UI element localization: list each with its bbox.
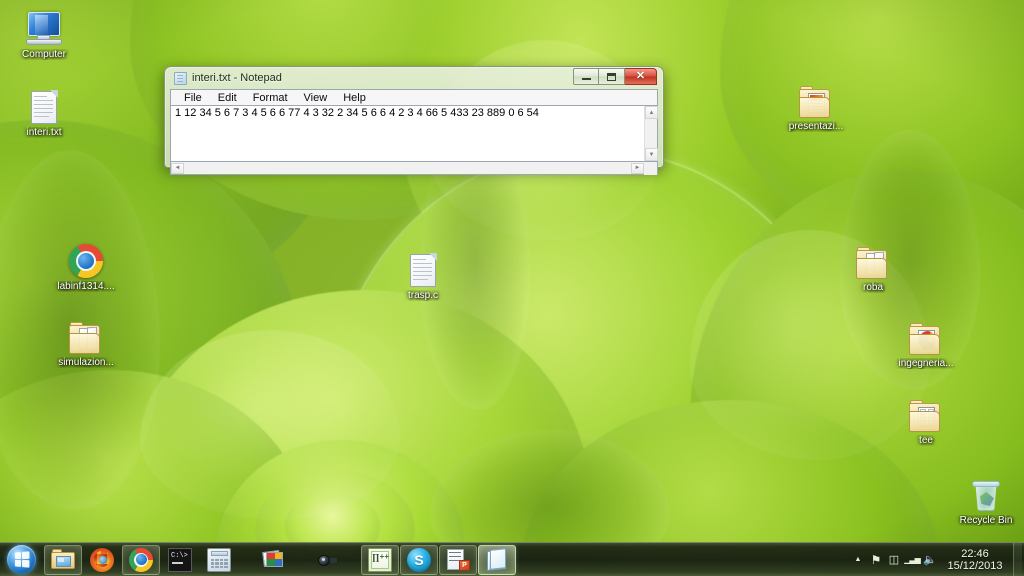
- network-icon[interactable]: ▁▃▅: [903, 549, 921, 571]
- powerpoint-badge: P: [459, 559, 470, 571]
- dev-cpp-icon: ∏ ++: [368, 547, 392, 572]
- cmd-prompt-text: C:\>: [171, 551, 188, 560]
- menu-item-edit[interactable]: Edit: [210, 91, 245, 105]
- minimize-button[interactable]: [573, 68, 599, 85]
- desktop-icon-recycle-bin[interactable]: Recycle Bin: [948, 470, 1024, 526]
- scroll-right-icon[interactable]: ►: [631, 162, 644, 174]
- scroll-down-icon[interactable]: ▼: [645, 148, 658, 161]
- taskbar-button-calculator[interactable]: [200, 545, 238, 575]
- desktop-icon-label: tee: [919, 435, 933, 446]
- taskbar-button-notepad[interactable]: [478, 544, 516, 575]
- taskbar: C:\> ∏ ++ S P ▲ ⚑ ◫ ▁▃▅ 🔈 22:46 15/12/20…: [0, 542, 1024, 576]
- folder-icon: [888, 313, 964, 355]
- taskbar-button-chrome[interactable]: [122, 544, 160, 575]
- taskbar-button-photo-viewer[interactable]: [255, 545, 293, 575]
- desktop-icon-label: trasp.c: [407, 290, 438, 301]
- close-icon: ✕: [635, 70, 646, 82]
- firefox-icon: [90, 547, 114, 572]
- desktop-icon-label: interi.txt: [26, 127, 62, 138]
- skype-letter: S: [414, 551, 424, 568]
- window-title: interi.txt - Notepad: [192, 72, 282, 84]
- skype-icon: S: [407, 547, 431, 572]
- desktop-icon-label: ingegneria...: [898, 358, 954, 369]
- taskbar-button-firefox[interactable]: [83, 545, 121, 575]
- notepad-editor-area: 1 12 34 5 6 7 3 4 5 6 6 77 4 3 32 2 34 5…: [170, 105, 658, 162]
- text-file-icon: [385, 245, 461, 287]
- clock-time: 22:46: [961, 547, 989, 560]
- desktop-icon-label: labinf1314....: [57, 281, 115, 292]
- maximize-button[interactable]: [599, 68, 625, 85]
- desktop-icon-computer[interactable]: Computer: [6, 4, 82, 60]
- desktop-icon-label: presentazi...: [788, 121, 844, 132]
- desktop-icon-tee[interactable]: tee: [888, 390, 964, 446]
- volume-muted-icon[interactable]: 🔈: [921, 549, 939, 571]
- action-center-icon[interactable]: ⚑: [867, 549, 885, 571]
- window-controls: ✕: [573, 68, 657, 85]
- chevron-up-icon: ▲: [854, 556, 862, 563]
- text-file-icon: [6, 82, 82, 124]
- taskbar-buttons: C:\> ∏ ++ S P: [44, 544, 516, 576]
- desktop-icon-label: simulazion...: [58, 357, 114, 368]
- desktop-icon-simulazioni[interactable]: simulazion...: [48, 312, 124, 368]
- desktop-icon-presentazioni[interactable]: presentazi...: [778, 76, 854, 132]
- taskbar-button-skype[interactable]: S: [400, 544, 438, 575]
- chrome-icon: [129, 547, 153, 572]
- menu-item-file[interactable]: File: [176, 91, 210, 105]
- close-button[interactable]: ✕: [625, 68, 657, 85]
- folder-icon: [888, 390, 964, 432]
- taskbar-button-powerpoint[interactable]: P: [439, 544, 477, 575]
- dev-cpp-plus: ++: [379, 551, 389, 561]
- taskbar-button-file-explorer[interactable]: [44, 544, 82, 575]
- desktop-icon-label: roba: [862, 282, 883, 293]
- notepad-menubar: File Edit Format View Help: [170, 89, 658, 105]
- horizontal-scrollbar[interactable]: ◄ ►: [170, 161, 658, 175]
- menu-item-format[interactable]: Format: [245, 91, 296, 105]
- start-button[interactable]: [2, 544, 40, 576]
- desktop-icon-roba[interactable]: roba: [835, 237, 911, 293]
- scroll-up-icon[interactable]: ▲: [645, 106, 658, 119]
- menu-item-view[interactable]: View: [296, 91, 336, 105]
- powerpoint-icon: P: [446, 548, 470, 572]
- calculator-icon: [207, 547, 231, 572]
- computer-icon: [6, 4, 82, 46]
- command-prompt-icon: C:\>: [168, 547, 192, 572]
- clock[interactable]: 22:46 15/12/2013: [939, 548, 1011, 572]
- recycle-bin-icon: [948, 470, 1024, 512]
- folder-icon: [48, 312, 124, 354]
- taskbar-button-webcam[interactable]: [308, 545, 346, 575]
- taskbar-button-dev-cpp[interactable]: ∏ ++: [361, 544, 399, 575]
- notepad-titlebar[interactable]: interi.txt - Notepad ✕: [170, 67, 658, 89]
- desktop-icon-label: Computer: [22, 49, 66, 60]
- desktop-icon-ingegneria[interactable]: ingegneria...: [888, 313, 964, 369]
- notepad-icon: [485, 547, 509, 572]
- desktop-icon-trasp-c[interactable]: trasp.c: [385, 245, 461, 301]
- vertical-scrollbar[interactable]: ▲ ▼: [644, 106, 658, 161]
- folder-icon: [835, 237, 911, 279]
- resize-grip[interactable]: [644, 161, 657, 175]
- device-icon[interactable]: ◫: [885, 549, 903, 571]
- clock-date: 15/12/2013: [947, 559, 1003, 572]
- menu-item-help[interactable]: Help: [335, 91, 374, 105]
- webcam-icon: [315, 548, 339, 572]
- text-editor[interactable]: 1 12 34 5 6 7 3 4 5 6 6 77 4 3 32 2 34 5…: [171, 106, 644, 161]
- desktop-icon-label: Recycle Bin: [959, 515, 1013, 526]
- show-desktop-button[interactable]: [1013, 542, 1022, 576]
- taskbar-button-command-prompt[interactable]: C:\>: [161, 545, 199, 575]
- photo-viewer-icon: [262, 548, 286, 572]
- chrome-icon: [48, 236, 124, 278]
- notepad-window[interactable]: interi.txt - Notepad ✕ File Edit Format …: [164, 66, 664, 175]
- windows-logo-icon: [6, 545, 36, 574]
- file-explorer-icon: [51, 548, 75, 572]
- scroll-left-icon[interactable]: ◄: [171, 162, 184, 174]
- desktop-icon-interi-txt[interactable]: interi.txt: [6, 82, 82, 138]
- desktop-icon-labinf1314[interactable]: labinf1314....: [48, 236, 124, 292]
- notepad-app-icon: [174, 71, 187, 85]
- show-hidden-icons-button[interactable]: ▲: [849, 549, 867, 571]
- system-tray: ▲ ⚑ ◫ ▁▃▅ 🔈 22:46 15/12/2013: [849, 542, 1024, 576]
- folder-icon: [778, 76, 854, 118]
- dev-cpp-symbol: ∏: [372, 551, 380, 562]
